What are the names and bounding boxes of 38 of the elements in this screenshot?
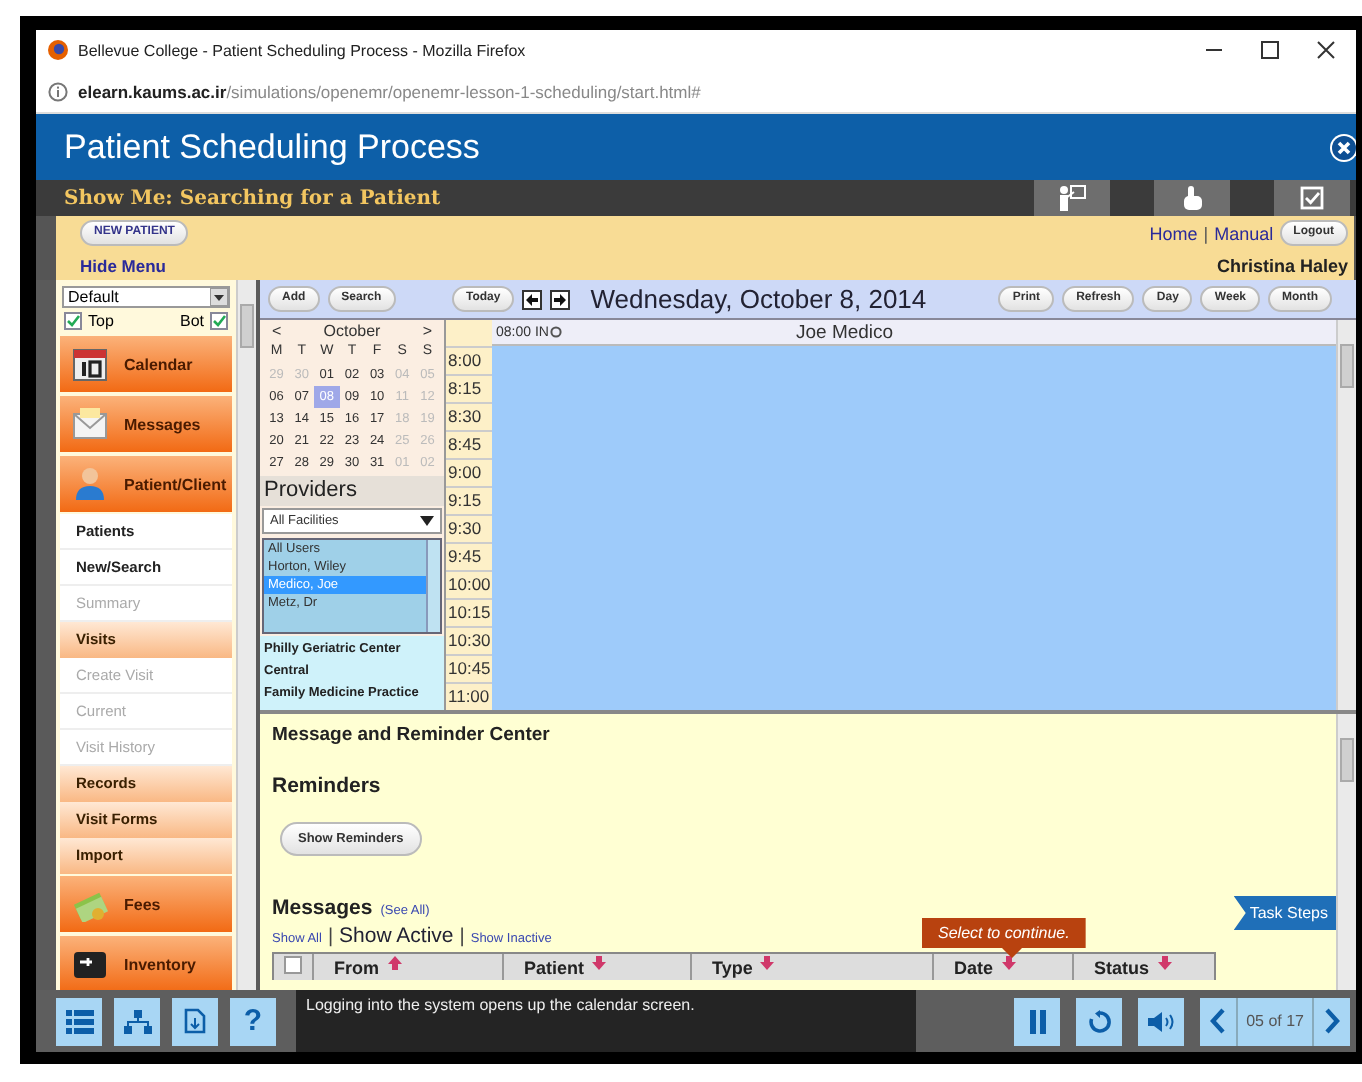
hide-menu-link[interactable]: Hide Menu (80, 256, 166, 276)
caption-text: Logging into the system opens up the calendar screen. (296, 990, 916, 1052)
address-field[interactable]: elearn.kaums.ac.ir/simulations/openemr/openemr-lesson-1-scheduling/start.html# (78, 81, 701, 101)
tooltip-text: Select to continue. (938, 924, 1070, 942)
menu-module[interactable]: Inventory (60, 936, 232, 992)
separator: | (459, 926, 465, 948)
checkbox-label: Top (88, 312, 114, 330)
menu-module[interactable]: Patient/Client (60, 456, 232, 512)
menu-module[interactable]: Messages (60, 396, 232, 452)
lesson-title: Patient Scheduling Process (64, 127, 480, 167)
checkbox-label: Bot (179, 312, 204, 330)
menu-module[interactable]: Fees (60, 876, 232, 932)
month-name: October (323, 322, 381, 342)
lesson-subtitle: Show Me: Searching for a Patient (64, 187, 441, 209)
menu-module[interactable]: Calendar (60, 336, 232, 392)
previous-month-link[interactable]: < (272, 322, 282, 342)
section-title: Messages (272, 896, 373, 920)
separator: | (1203, 223, 1209, 243)
view-select[interactable]: Default (62, 286, 230, 308)
section-title: Message and Reminder Center (272, 724, 550, 746)
next-month-link[interactable]: > (422, 322, 432, 342)
nav-link[interactable]: Home (1149, 223, 1198, 243)
provider-column-title: Joe Medico (796, 321, 894, 343)
providers-title: Providers (260, 476, 444, 506)
column-header[interactable]: Type (712, 956, 753, 980)
filter-link[interactable]: Show Active (339, 924, 454, 948)
section-title: Reminders (272, 774, 381, 798)
separator: | (327, 926, 334, 948)
task-steps-tab[interactable]: Task Steps (1233, 896, 1336, 930)
help-button[interactable]: ? (230, 997, 276, 1045)
window-title: Bellevue College - Patient Scheduling Process - Mozilla Firefox (78, 41, 528, 59)
calendar-date: Wednesday, October 8, 2014 (590, 284, 929, 314)
nav-link[interactable]: Manual (1214, 223, 1274, 243)
column-header[interactable]: From (334, 956, 379, 980)
column-header[interactable]: Date (954, 956, 994, 980)
user-name: Christina Haley (1216, 256, 1348, 276)
column-header[interactable]: Status (1094, 956, 1150, 980)
column-header[interactable]: Patient (524, 956, 585, 980)
